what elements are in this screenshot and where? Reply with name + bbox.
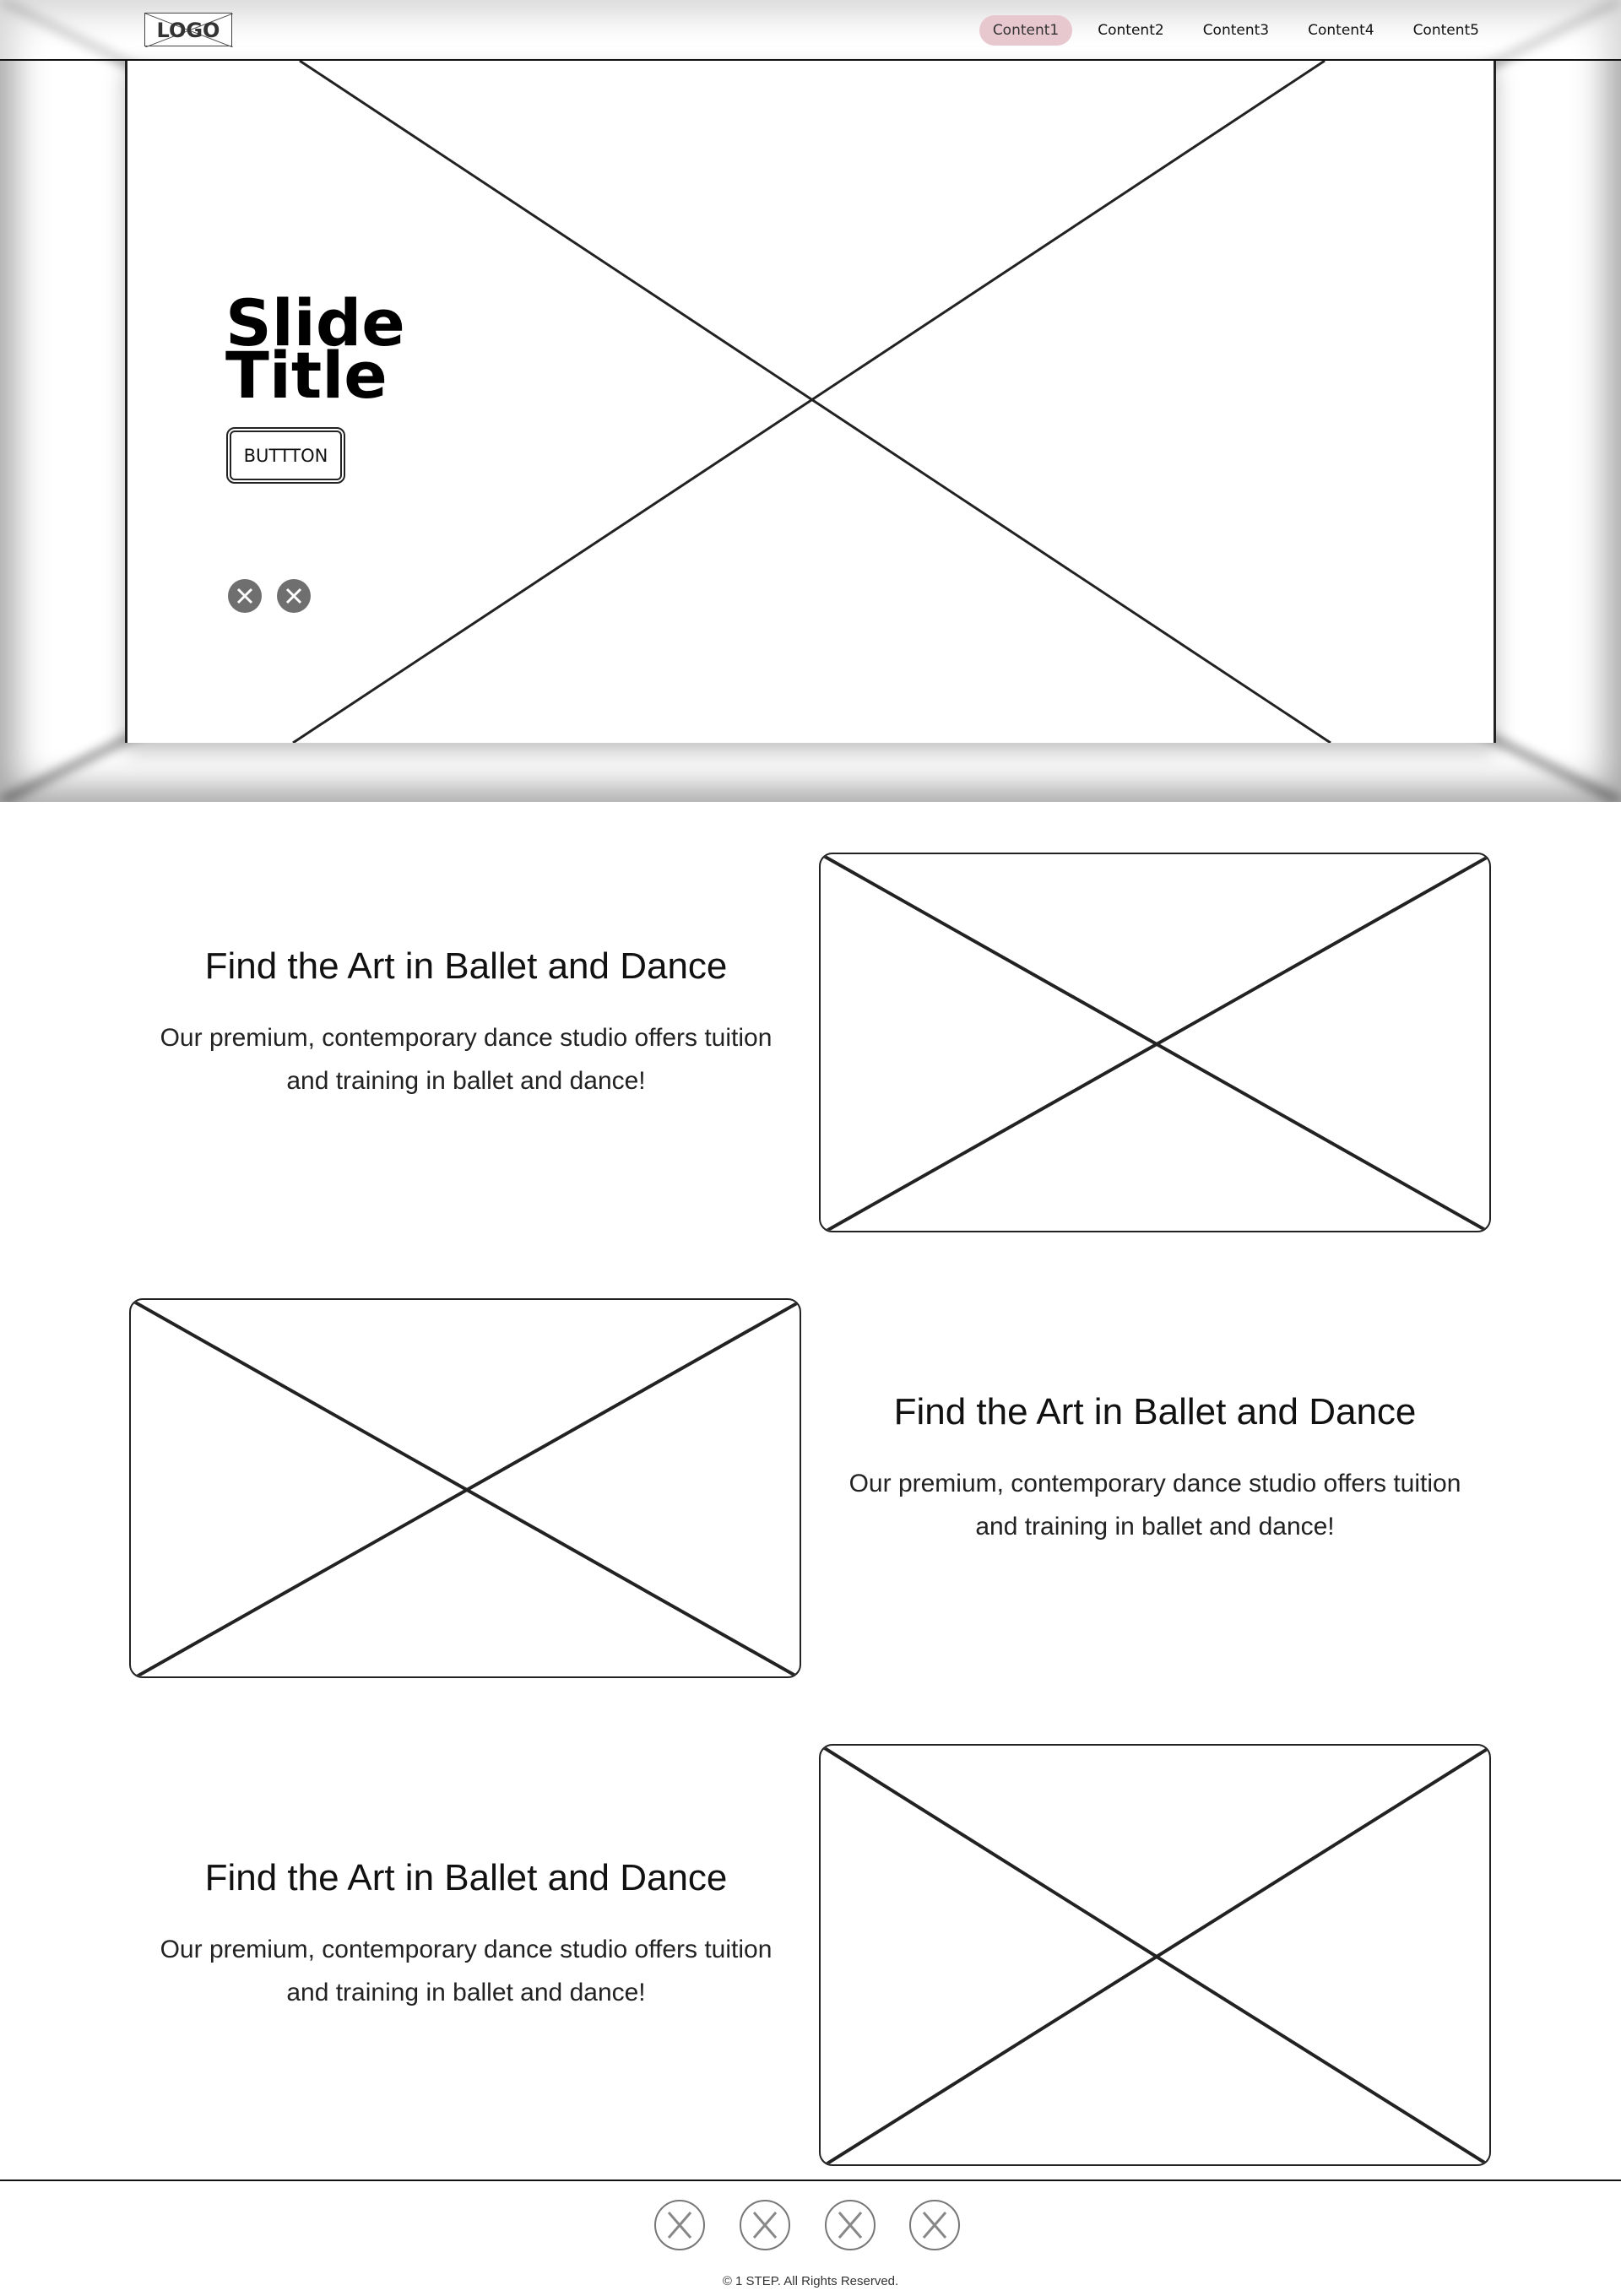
feature-3-text: Find the Art in Ballet and Dance Our pre…	[137, 1857, 795, 2014]
hero-slide: Slide Title BUTTTON	[125, 61, 1496, 743]
nav-item-content1[interactable]: Content1	[979, 15, 1073, 46]
close-circle-icon	[236, 588, 253, 604]
social-link-3[interactable]	[825, 2200, 876, 2250]
footer: © 1 STEP. All Rights Reserved.	[0, 2180, 1621, 2296]
social-icon-2	[752, 2212, 778, 2239]
feature-2-desc-line2: and training in ballet and dance!	[975, 1513, 1335, 1541]
social-link-4[interactable]	[909, 2200, 960, 2250]
nav-menu: Content1 Content2 Content3 Content4 Cont…	[979, 15, 1493, 46]
slide-title: Slide Title	[225, 291, 479, 413]
slide-dot-2[interactable]	[277, 579, 311, 613]
navbar: LOGO Content1 Content2 Content3 Content4…	[0, 0, 1621, 61]
social-icon-3	[838, 2212, 863, 2239]
social-link-1[interactable]	[654, 2200, 705, 2250]
social-link-2[interactable]	[740, 2200, 790, 2250]
feature-3-desc: Our premium, contemporary dance studio o…	[137, 1928, 795, 2014]
slide-title-line2: Title	[225, 338, 388, 413]
feature-3-image	[819, 1744, 1491, 2166]
feature-2-image	[129, 1298, 801, 1678]
logo-text: LOGO	[156, 19, 220, 42]
feature-2-title: Find the Art in Ballet and Dance	[893, 1391, 1417, 1432]
nav-item-content5[interactable]: Content5	[1400, 15, 1493, 46]
copyright-text: © 1 STEP. All Rights Reserved.	[722, 2274, 899, 2288]
feature-3-title: Find the Art in Ballet and Dance	[204, 1857, 728, 1898]
social-icon-4	[922, 2212, 947, 2239]
image-placeholder-icon	[821, 854, 1489, 1231]
feature-1-desc-line2: and training in ballet and dance!	[286, 1067, 646, 1095]
feature-1-desc-line1: Our premium, contemporary dance studio o…	[160, 1024, 773, 1052]
nav-item-content2[interactable]: Content2	[1084, 15, 1177, 46]
social-icon-1	[667, 2212, 692, 2239]
feature-1-desc: Our premium, contemporary dance studio o…	[137, 1016, 795, 1102]
feature-2-desc-line1: Our premium, contemporary dance studio o…	[848, 1470, 1461, 1497]
feature-2-text: Find the Art in Ballet and Dance Our pre…	[826, 1391, 1484, 1548]
feature-1-image	[819, 853, 1491, 1232]
feature-2-desc: Our premium, contemporary dance studio o…	[826, 1462, 1484, 1548]
slide-dot-1[interactable]	[228, 579, 262, 613]
slide-cta-button[interactable]: BUTTTON	[226, 427, 345, 484]
image-placeholder-icon	[131, 1300, 800, 1676]
feature-1-title: Find the Art in Ballet and Dance	[204, 945, 728, 987]
feature-3-desc-line2: and training in ballet and dance!	[286, 1979, 646, 2006]
feature-1-text: Find the Art in Ballet and Dance Our pre…	[137, 945, 795, 1102]
nav-item-content4[interactable]: Content4	[1294, 15, 1387, 46]
feature-3-desc-line1: Our premium, contemporary dance studio o…	[160, 1936, 773, 1963]
image-placeholder-icon	[821, 1746, 1489, 2164]
nav-item-content3[interactable]: Content3	[1190, 15, 1282, 46]
logo[interactable]: LOGO	[144, 13, 233, 47]
close-circle-icon	[285, 588, 302, 604]
